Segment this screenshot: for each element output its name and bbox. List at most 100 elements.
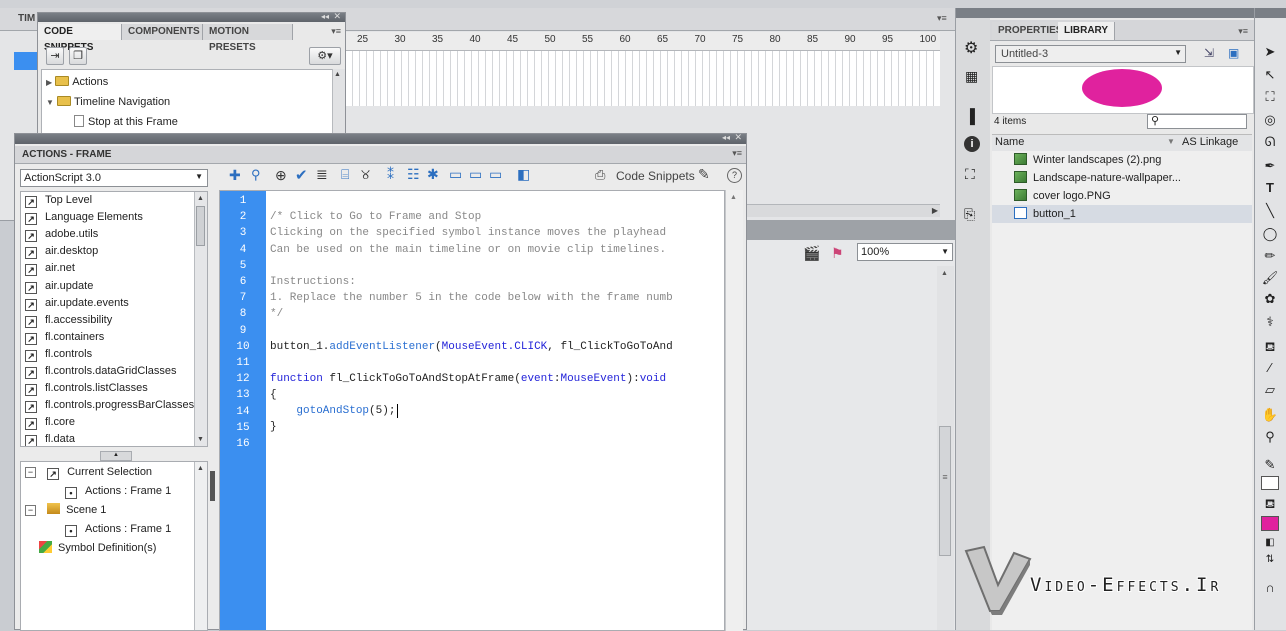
tab-motion-presets[interactable]: MOTION PRESETS bbox=[203, 24, 293, 53]
line-tool-icon[interactable]: ╲ bbox=[1259, 201, 1281, 221]
wand-icon[interactable]: ✎ bbox=[698, 166, 710, 183]
script-vscroll[interactable]: ▲ bbox=[725, 190, 743, 631]
panel-menu-icon[interactable]: ▾≡ bbox=[331, 26, 341, 37]
subselection-tool-icon[interactable]: ↖ bbox=[1259, 65, 1281, 85]
tree-item-timeline-navigation[interactable]: ▼ Timeline Navigation bbox=[46, 92, 170, 112]
column-linkage[interactable]: AS Linkage bbox=[1182, 136, 1238, 148]
tab-components[interactable]: COMPONENTS bbox=[122, 24, 203, 40]
auto-format-icon[interactable]: ≣ bbox=[316, 166, 328, 183]
snap-to-objects-icon[interactable]: ∩ bbox=[1259, 578, 1281, 598]
code-snippets-icon[interactable]: ⎙ bbox=[595, 167, 605, 183]
toolbox-package[interactable]: ↗ fl.controls.listClasses bbox=[25, 380, 148, 397]
hand-tool-icon[interactable]: ✋ bbox=[1259, 405, 1281, 425]
tab-code-snippets[interactable]: CODE SNIPPETS bbox=[38, 24, 122, 53]
toolbox-package[interactable]: ↗ Top Level bbox=[25, 192, 92, 209]
fill-color-icon[interactable]: ⛾ bbox=[1259, 494, 1281, 514]
snippets-vscroll[interactable]: ▲ bbox=[332, 69, 345, 137]
show-code-hint-icon[interactable]: ⌸ bbox=[341, 166, 349, 183]
tab-library[interactable]: LIBRARY bbox=[1058, 22, 1116, 40]
tree-item-stop-at-frame[interactable]: Stop at this Frame bbox=[74, 112, 178, 132]
bone-tool-icon[interactable]: ⚕ bbox=[1259, 312, 1281, 332]
text-tool-icon[interactable]: T bbox=[1259, 178, 1281, 198]
edit-scene-icon[interactable]: 🎬 bbox=[803, 245, 820, 262]
align-panel-icon[interactable]: ▦ bbox=[965, 68, 978, 85]
components-inspector-icon[interactable]: ⎘ bbox=[964, 206, 975, 223]
toolbox-package[interactable]: ↗ fl.accessibility bbox=[25, 312, 112, 329]
toolbox-package[interactable]: ↗ air.net bbox=[25, 260, 75, 277]
eyedropper-icon[interactable]: ⁄ bbox=[1259, 358, 1281, 378]
toolbox-package[interactable]: ↗ air.update.events bbox=[25, 295, 129, 312]
deco-tool-icon[interactable]: ✿ bbox=[1259, 289, 1281, 309]
pin-library-icon[interactable]: ⇲ bbox=[1204, 46, 1214, 60]
insert-target-path-icon[interactable]: ⊕ bbox=[275, 167, 287, 184]
toolbox-package[interactable]: ↗ fl.controls bbox=[25, 346, 92, 363]
toolbox-package[interactable]: ↗ fl.controls.dataGridClasses bbox=[25, 363, 176, 380]
edit-symbols-icon[interactable]: ⚑ bbox=[831, 245, 844, 262]
close-icon[interactable]: ✕ bbox=[333, 11, 341, 22]
lasso-tool-icon[interactable]: ᘏ bbox=[1259, 132, 1281, 152]
timeline-tab[interactable]: TIM bbox=[18, 13, 35, 24]
collapse-icon[interactable]: ◂◂ bbox=[722, 133, 730, 142]
toolbox-package[interactable]: ↗ Language Elements bbox=[25, 209, 143, 226]
brush-tool-icon[interactable]: 🖌 bbox=[1259, 268, 1281, 288]
panel-menu-icon[interactable]: ▾≡ bbox=[937, 13, 947, 24]
zoom-select[interactable]: 100% ▼ bbox=[857, 243, 953, 261]
frame-ruler[interactable]: 25 30 35 40 45 50 55 60 65 70 75 80 85 90 95 100 bbox=[346, 32, 940, 51]
swap-colors-icon[interactable]: ⇅ bbox=[1259, 550, 1281, 570]
collapse-icon[interactable]: ◂◂ bbox=[321, 12, 329, 21]
free-transform-tool-icon[interactable]: ⛶ bbox=[1259, 87, 1281, 107]
column-name[interactable]: Name bbox=[995, 136, 1024, 148]
toolbox-package[interactable]: ↗ adobe.utils bbox=[25, 226, 98, 243]
oval-tool-icon[interactable]: ◯ bbox=[1259, 224, 1281, 244]
toolbox-vscroll[interactable]: ▲ ▼ bbox=[194, 192, 207, 446]
apply-line-comment-icon[interactable]: ▭ bbox=[469, 166, 482, 183]
nav-current-selection[interactable]: − ↗ Current Selection bbox=[25, 462, 152, 482]
show-hide-toolbox-icon[interactable]: ◧ bbox=[517, 166, 530, 183]
stroke-swatch[interactable] bbox=[1261, 476, 1279, 490]
insert-snippet-icon[interactable]: ⇥ bbox=[46, 47, 64, 65]
toolbox-package[interactable]: ↗ air.desktop bbox=[25, 243, 98, 260]
check-syntax-icon[interactable]: ✔ bbox=[295, 166, 308, 184]
pencil-tool-icon[interactable]: ✏ bbox=[1259, 246, 1281, 266]
transform-icon[interactable]: ⛶ bbox=[965, 166, 975, 183]
gear-icon[interactable]: ⚙▾ bbox=[309, 47, 341, 65]
nav-actions-frame[interactable]: • Actions : Frame 1 bbox=[65, 519, 171, 539]
copy-snippet-icon[interactable]: ❐ bbox=[69, 47, 87, 65]
transform-panel-icon[interactable]: ⚙ bbox=[964, 38, 978, 58]
library-item[interactable]: cover logo.PNG bbox=[992, 187, 1252, 205]
nav-scene-1[interactable]: − Scene 1 bbox=[25, 500, 106, 520]
collapse-toolbox-handle[interactable] bbox=[210, 471, 215, 501]
toolbox-package[interactable]: ↗ fl.core bbox=[25, 414, 75, 431]
debug-options-icon[interactable]: ୪ bbox=[361, 166, 370, 183]
code-snippets-button[interactable]: Code Snippets bbox=[616, 169, 695, 183]
toolbox-package[interactable]: ↗ air.update bbox=[25, 278, 93, 295]
find-icon[interactable]: ⚲ bbox=[251, 167, 261, 183]
collapse-between-braces-icon[interactable]: ⁑ bbox=[387, 166, 394, 183]
panel-menu-icon[interactable]: ▾≡ bbox=[732, 148, 742, 159]
document-select[interactable]: Untitled-3 ▼ bbox=[995, 45, 1186, 63]
paint-bucket-icon[interactable]: ⛾ bbox=[1259, 337, 1281, 357]
layer-row-selected[interactable] bbox=[14, 52, 38, 70]
splitter-handle[interactable]: ▲ bbox=[100, 451, 132, 461]
library-search-input[interactable]: ⚲ bbox=[1147, 114, 1247, 129]
toolbox-package[interactable]: ↗ fl.containers bbox=[25, 329, 104, 346]
library-item[interactable]: button_1 bbox=[992, 205, 1252, 223]
collapse-selection-icon[interactable]: ☷ bbox=[407, 166, 420, 183]
3d-rotation-tool-icon[interactable]: ◎ bbox=[1259, 110, 1281, 130]
stage-vscroll[interactable]: ▲ ≡ bbox=[937, 266, 954, 630]
new-library-panel-icon[interactable]: ▣ bbox=[1228, 46, 1239, 60]
help-icon[interactable]: ? bbox=[727, 168, 742, 183]
selection-tool-icon[interactable]: ➤ bbox=[1259, 42, 1281, 62]
toolbox-package[interactable]: ↗ fl.data bbox=[25, 431, 75, 446]
expand-all-icon[interactable]: ✱ bbox=[427, 166, 439, 183]
panel-menu-icon[interactable]: ▾≡ bbox=[1238, 26, 1248, 37]
add-item-icon[interactable]: ✚ bbox=[229, 167, 241, 184]
apply-block-comment-icon[interactable]: ▭ bbox=[449, 166, 462, 183]
nav-actions-frame[interactable]: • Actions : Frame 1 bbox=[65, 481, 171, 501]
close-icon[interactable]: ✕ bbox=[734, 132, 742, 143]
tree-item-actions[interactable]: ▶ Actions bbox=[46, 72, 108, 92]
nav-symbol-definitions[interactable]: Symbol Definition(s) bbox=[39, 538, 156, 558]
fill-swatch[interactable] bbox=[1261, 516, 1279, 531]
eraser-tool-icon[interactable]: ▱ bbox=[1259, 380, 1281, 400]
toolbox-package[interactable]: ↗ fl.controls.progressBarClasses bbox=[25, 397, 194, 414]
